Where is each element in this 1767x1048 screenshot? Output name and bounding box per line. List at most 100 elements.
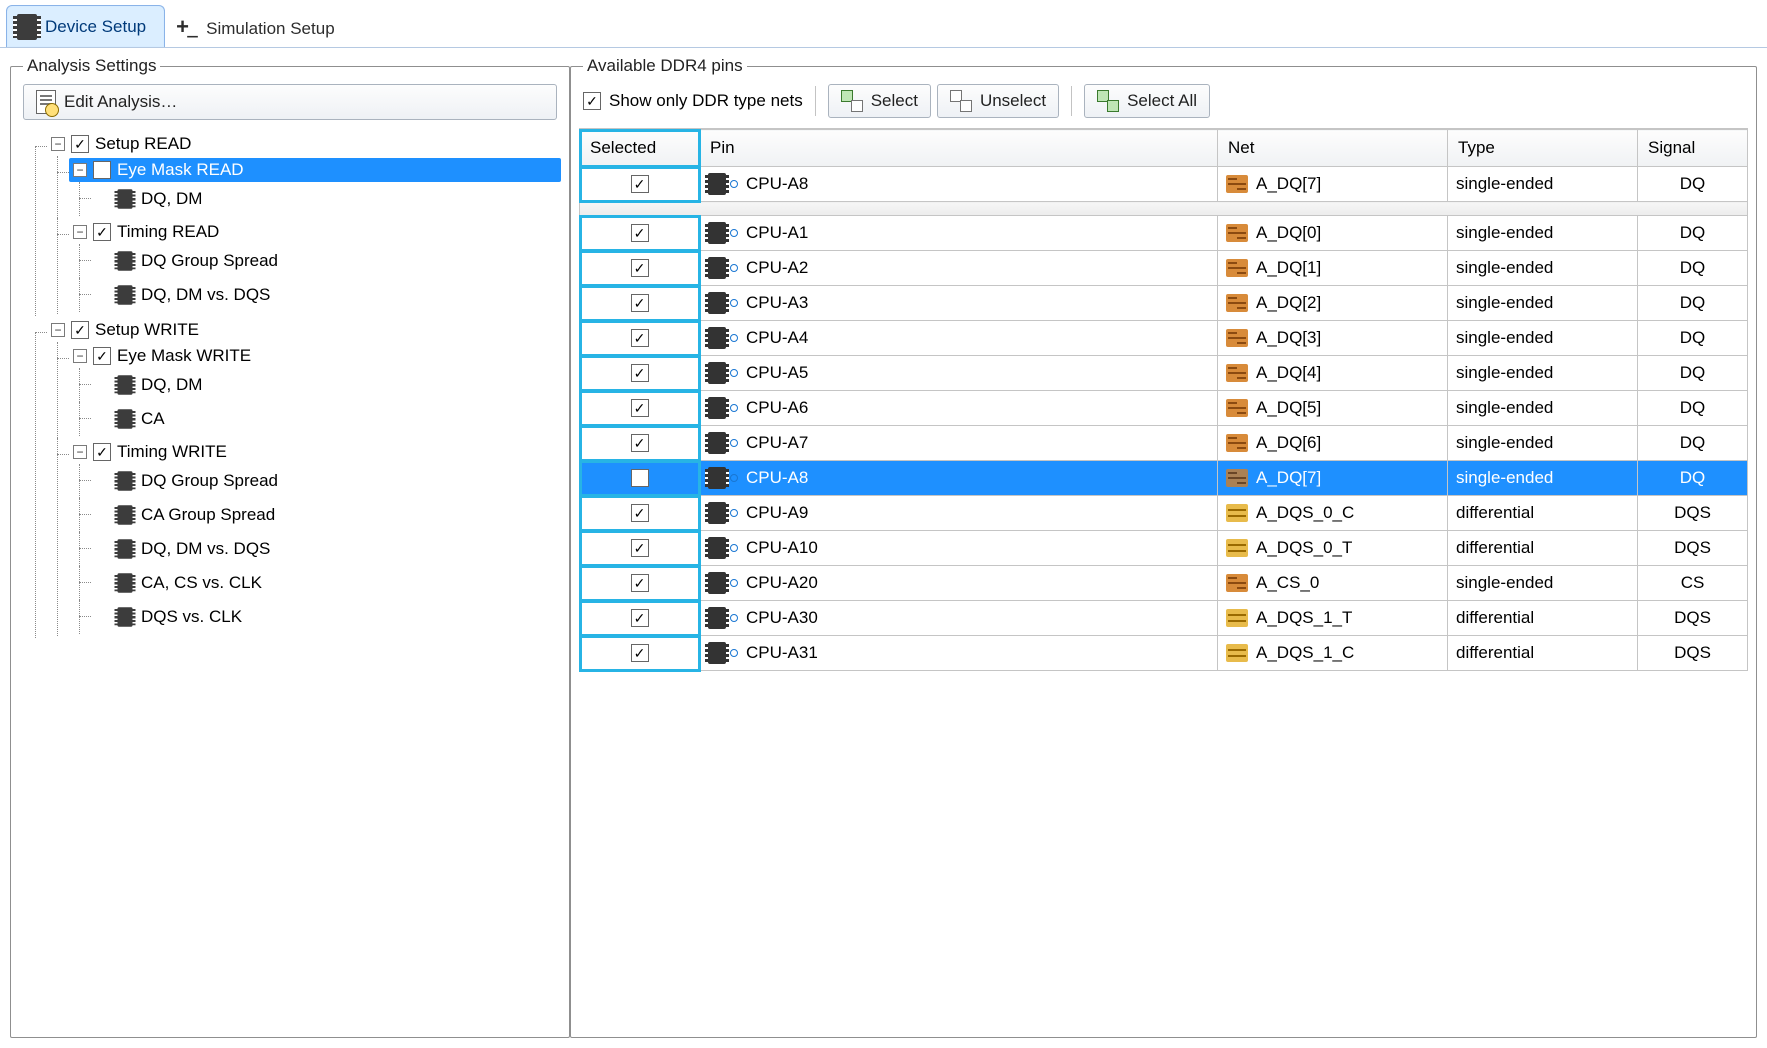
table-row[interactable]: CPU-A1A_DQ[0]single-endedDQ [580, 216, 1748, 251]
pin-dot-icon [730, 474, 738, 482]
type-cell: single-ended [1448, 391, 1638, 426]
signal-cell: DQ [1638, 391, 1748, 426]
tree-leaf[interactable]: DQ, DM [91, 184, 561, 214]
net-single-icon [1226, 399, 1248, 417]
tree-node[interactable]: −Setup WRITE [47, 318, 561, 342]
tree-leaf[interactable]: CA [91, 404, 561, 434]
col-pin[interactable]: Pin [700, 130, 1218, 167]
tree-leaf[interactable]: DQ, DM [91, 370, 561, 400]
tree-leaf[interactable]: CA, CS vs. CLK [91, 568, 561, 598]
tree-label: Eye Mask READ [117, 160, 244, 180]
row-checkbox[interactable] [631, 224, 649, 242]
row-checkbox[interactable] [631, 469, 649, 487]
signal-cell: DQ [1638, 216, 1748, 251]
row-checkbox[interactable] [631, 259, 649, 277]
select-all-button[interactable]: Select All [1084, 84, 1210, 118]
row-checkbox[interactable] [631, 574, 649, 592]
row-checkbox[interactable] [631, 294, 649, 312]
table-row[interactable]: CPU-A30A_DQS_1_TdifferentialDQS [580, 601, 1748, 636]
row-checkbox[interactable] [631, 644, 649, 662]
pin-dot-icon [730, 614, 738, 622]
pin-dot-icon [730, 264, 738, 272]
tree-node[interactable]: −Eye Mask WRITE [69, 344, 561, 368]
col-net[interactable]: Net [1218, 130, 1448, 167]
checkbox-icon[interactable] [93, 347, 111, 365]
table-row[interactable]: CPU-A8A_DQ[7]single-endedDQ [580, 461, 1748, 496]
type-cell: single-ended [1448, 566, 1638, 601]
expander-icon[interactable]: − [73, 225, 87, 239]
row-checkbox[interactable] [631, 504, 649, 522]
chip-icon [118, 573, 133, 593]
checkbox-icon[interactable] [93, 223, 111, 241]
tab-device-setup[interactable]: Device Setup [6, 5, 165, 47]
row-checkbox[interactable] [631, 399, 649, 417]
edit-analysis-button[interactable]: Edit Analysis… [23, 84, 557, 120]
checkbox-icon[interactable] [93, 443, 111, 461]
show-only-ddr-checkbox[interactable]: Show only DDR type nets [583, 91, 803, 111]
col-selected[interactable]: Selected [580, 130, 700, 167]
select-button[interactable]: Select [828, 84, 931, 118]
table-row[interactable]: CPU-A8A_DQ[7]single-endedDQ [580, 167, 1748, 202]
tree-label: Timing READ [117, 222, 219, 242]
tree-leaf[interactable]: DQ, DM vs. DQS [91, 280, 561, 310]
tree-node[interactable]: − Timing READ [69, 220, 561, 244]
pin-dot-icon [730, 649, 738, 657]
table-row[interactable]: CPU-A20A_CS_0single-endedCS [580, 566, 1748, 601]
chip-icon [17, 14, 37, 40]
checkbox-icon[interactable] [71, 321, 89, 339]
expander-icon[interactable]: − [73, 349, 87, 363]
checkbox-icon[interactable] [71, 135, 89, 153]
analysis-tree[interactable]: −Setup READ−Eye Mask READDQ, DM−Timing R… [19, 126, 561, 638]
type-cell: single-ended [1448, 286, 1638, 321]
table-row[interactable]: CPU-A3A_DQ[2]single-endedDQ [580, 286, 1748, 321]
expander-icon[interactable]: − [73, 445, 87, 459]
net-label: A_DQ[1] [1256, 258, 1321, 278]
tree-node[interactable]: − Eye Mask READ [69, 158, 561, 182]
net-diff-icon [1226, 644, 1248, 662]
table-row[interactable]: CPU-A2A_DQ[1]single-endedDQ [580, 251, 1748, 286]
tab-label: Simulation Setup [206, 19, 335, 39]
table-row[interactable]: CPU-A5A_DQ[4]single-endedDQ [580, 356, 1748, 391]
expander-icon[interactable]: − [51, 137, 65, 151]
row-checkbox[interactable] [631, 434, 649, 452]
table-row[interactable]: CPU-A9A_DQS_0_CdifferentialDQS [580, 496, 1748, 531]
tree-leaf[interactable]: DQ, DM vs. DQS [91, 534, 561, 564]
table-row[interactable]: CPU-A6A_DQ[5]single-endedDQ [580, 391, 1748, 426]
separator [815, 86, 816, 116]
chip-icon [118, 375, 133, 395]
pin-dot-icon [730, 404, 738, 412]
net-label: A_DQ[7] [1256, 174, 1321, 194]
row-checkbox[interactable] [631, 539, 649, 557]
table-row[interactable]: CPU-A4A_DQ[3]single-endedDQ [580, 321, 1748, 356]
row-checkbox[interactable] [631, 609, 649, 627]
pins-table[interactable]: Selected Pin Net Type Signal CPU-A8A_DQ[… [579, 129, 1748, 671]
table-row[interactable]: CPU-A31A_DQS_1_CdifferentialDQS [580, 636, 1748, 671]
chip-pin-icon [708, 327, 726, 349]
row-checkbox[interactable] [631, 364, 649, 382]
checkbox-icon[interactable] [93, 161, 111, 179]
pin-label: CPU-A1 [746, 223, 808, 243]
table-row[interactable]: CPU-A7A_DQ[6]single-endedDQ [580, 426, 1748, 461]
pin-label: CPU-A3 [746, 293, 808, 313]
table-row[interactable]: CPU-A10A_DQS_0_TdifferentialDQS [580, 531, 1748, 566]
signal-cell: DQ [1638, 356, 1748, 391]
tree-label: DQ Group Spread [141, 471, 278, 491]
tree-leaf[interactable]: DQ Group Spread [91, 246, 561, 276]
row-checkbox[interactable] [631, 175, 649, 193]
tab-simulation-setup[interactable]: Simulation Setup [165, 9, 354, 47]
row-checkbox[interactable] [631, 329, 649, 347]
col-type[interactable]: Type [1448, 130, 1638, 167]
pin-dot-icon [730, 369, 738, 377]
tree-leaf[interactable]: CA Group Spread [91, 500, 561, 530]
tree-label: DQ, DM vs. DQS [141, 539, 270, 559]
unselect-button[interactable]: Unselect [937, 84, 1059, 118]
available-pins-panel: Available DDR4 pins Show only DDR type n… [570, 56, 1757, 1038]
tree-node[interactable]: −Timing WRITE [69, 440, 561, 464]
expander-icon[interactable]: − [73, 163, 87, 177]
tree-leaf[interactable]: DQS vs. CLK [91, 602, 561, 632]
signal-cell: DQ [1638, 461, 1748, 496]
col-signal[interactable]: Signal [1638, 130, 1748, 167]
tree-node[interactable]: −Setup READ [47, 132, 561, 156]
expander-icon[interactable]: − [51, 323, 65, 337]
tree-leaf[interactable]: DQ Group Spread [91, 466, 561, 496]
